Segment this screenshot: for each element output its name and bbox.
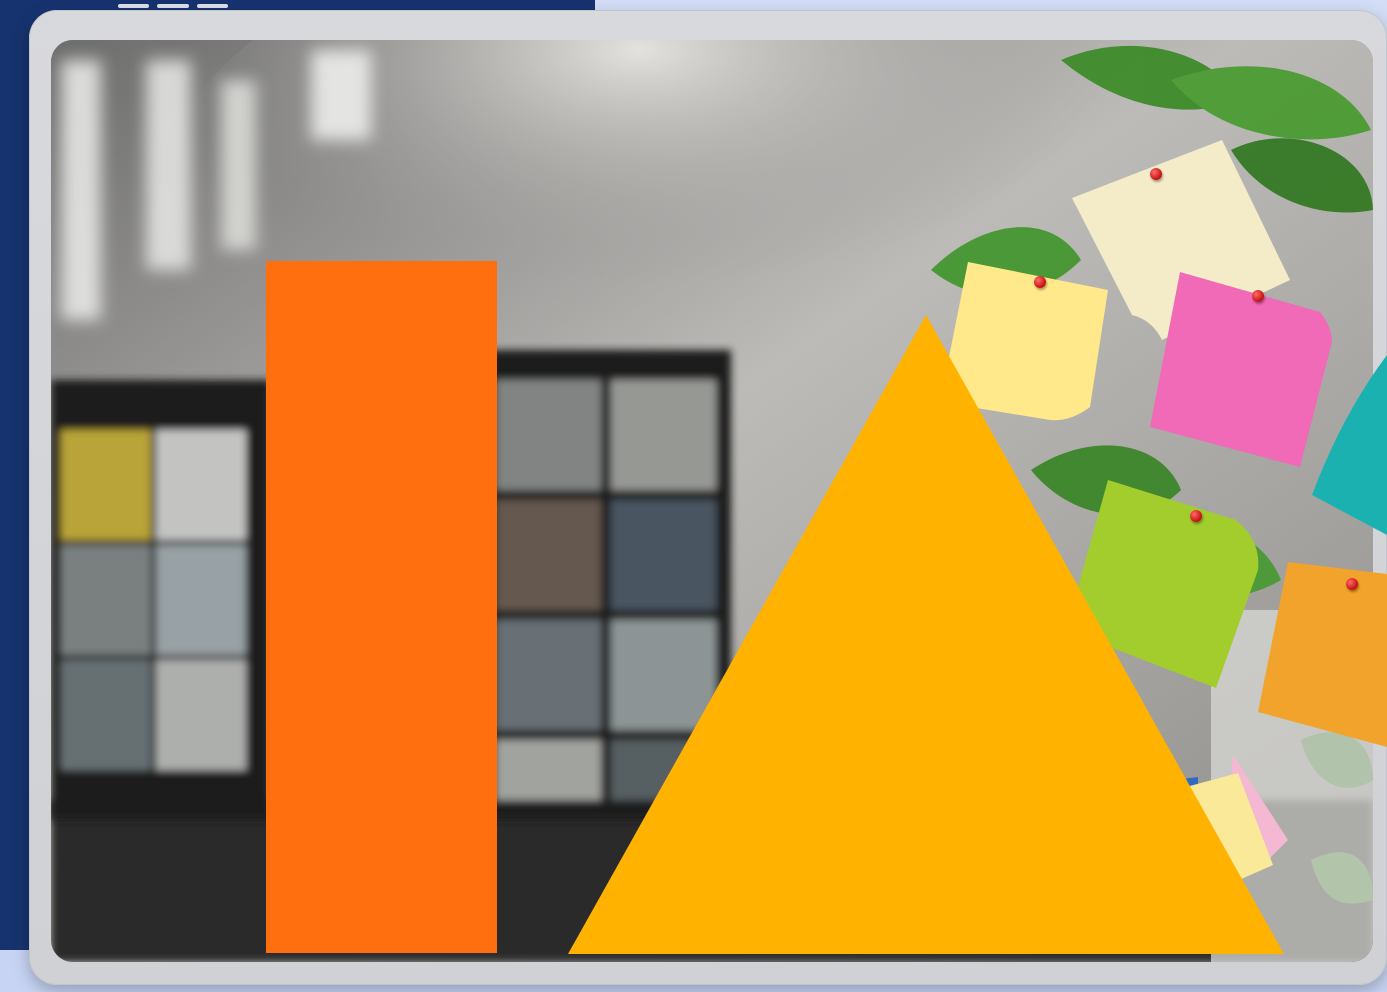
pin-icon (1252, 290, 1264, 302)
pin-icon (1034, 276, 1046, 288)
orange-bar-shape (266, 261, 497, 953)
pin-icon (1346, 578, 1358, 590)
pin-icon (1150, 168, 1162, 180)
teal-note (1312, 355, 1387, 535)
yellow-triangle-shape (568, 315, 1284, 954)
